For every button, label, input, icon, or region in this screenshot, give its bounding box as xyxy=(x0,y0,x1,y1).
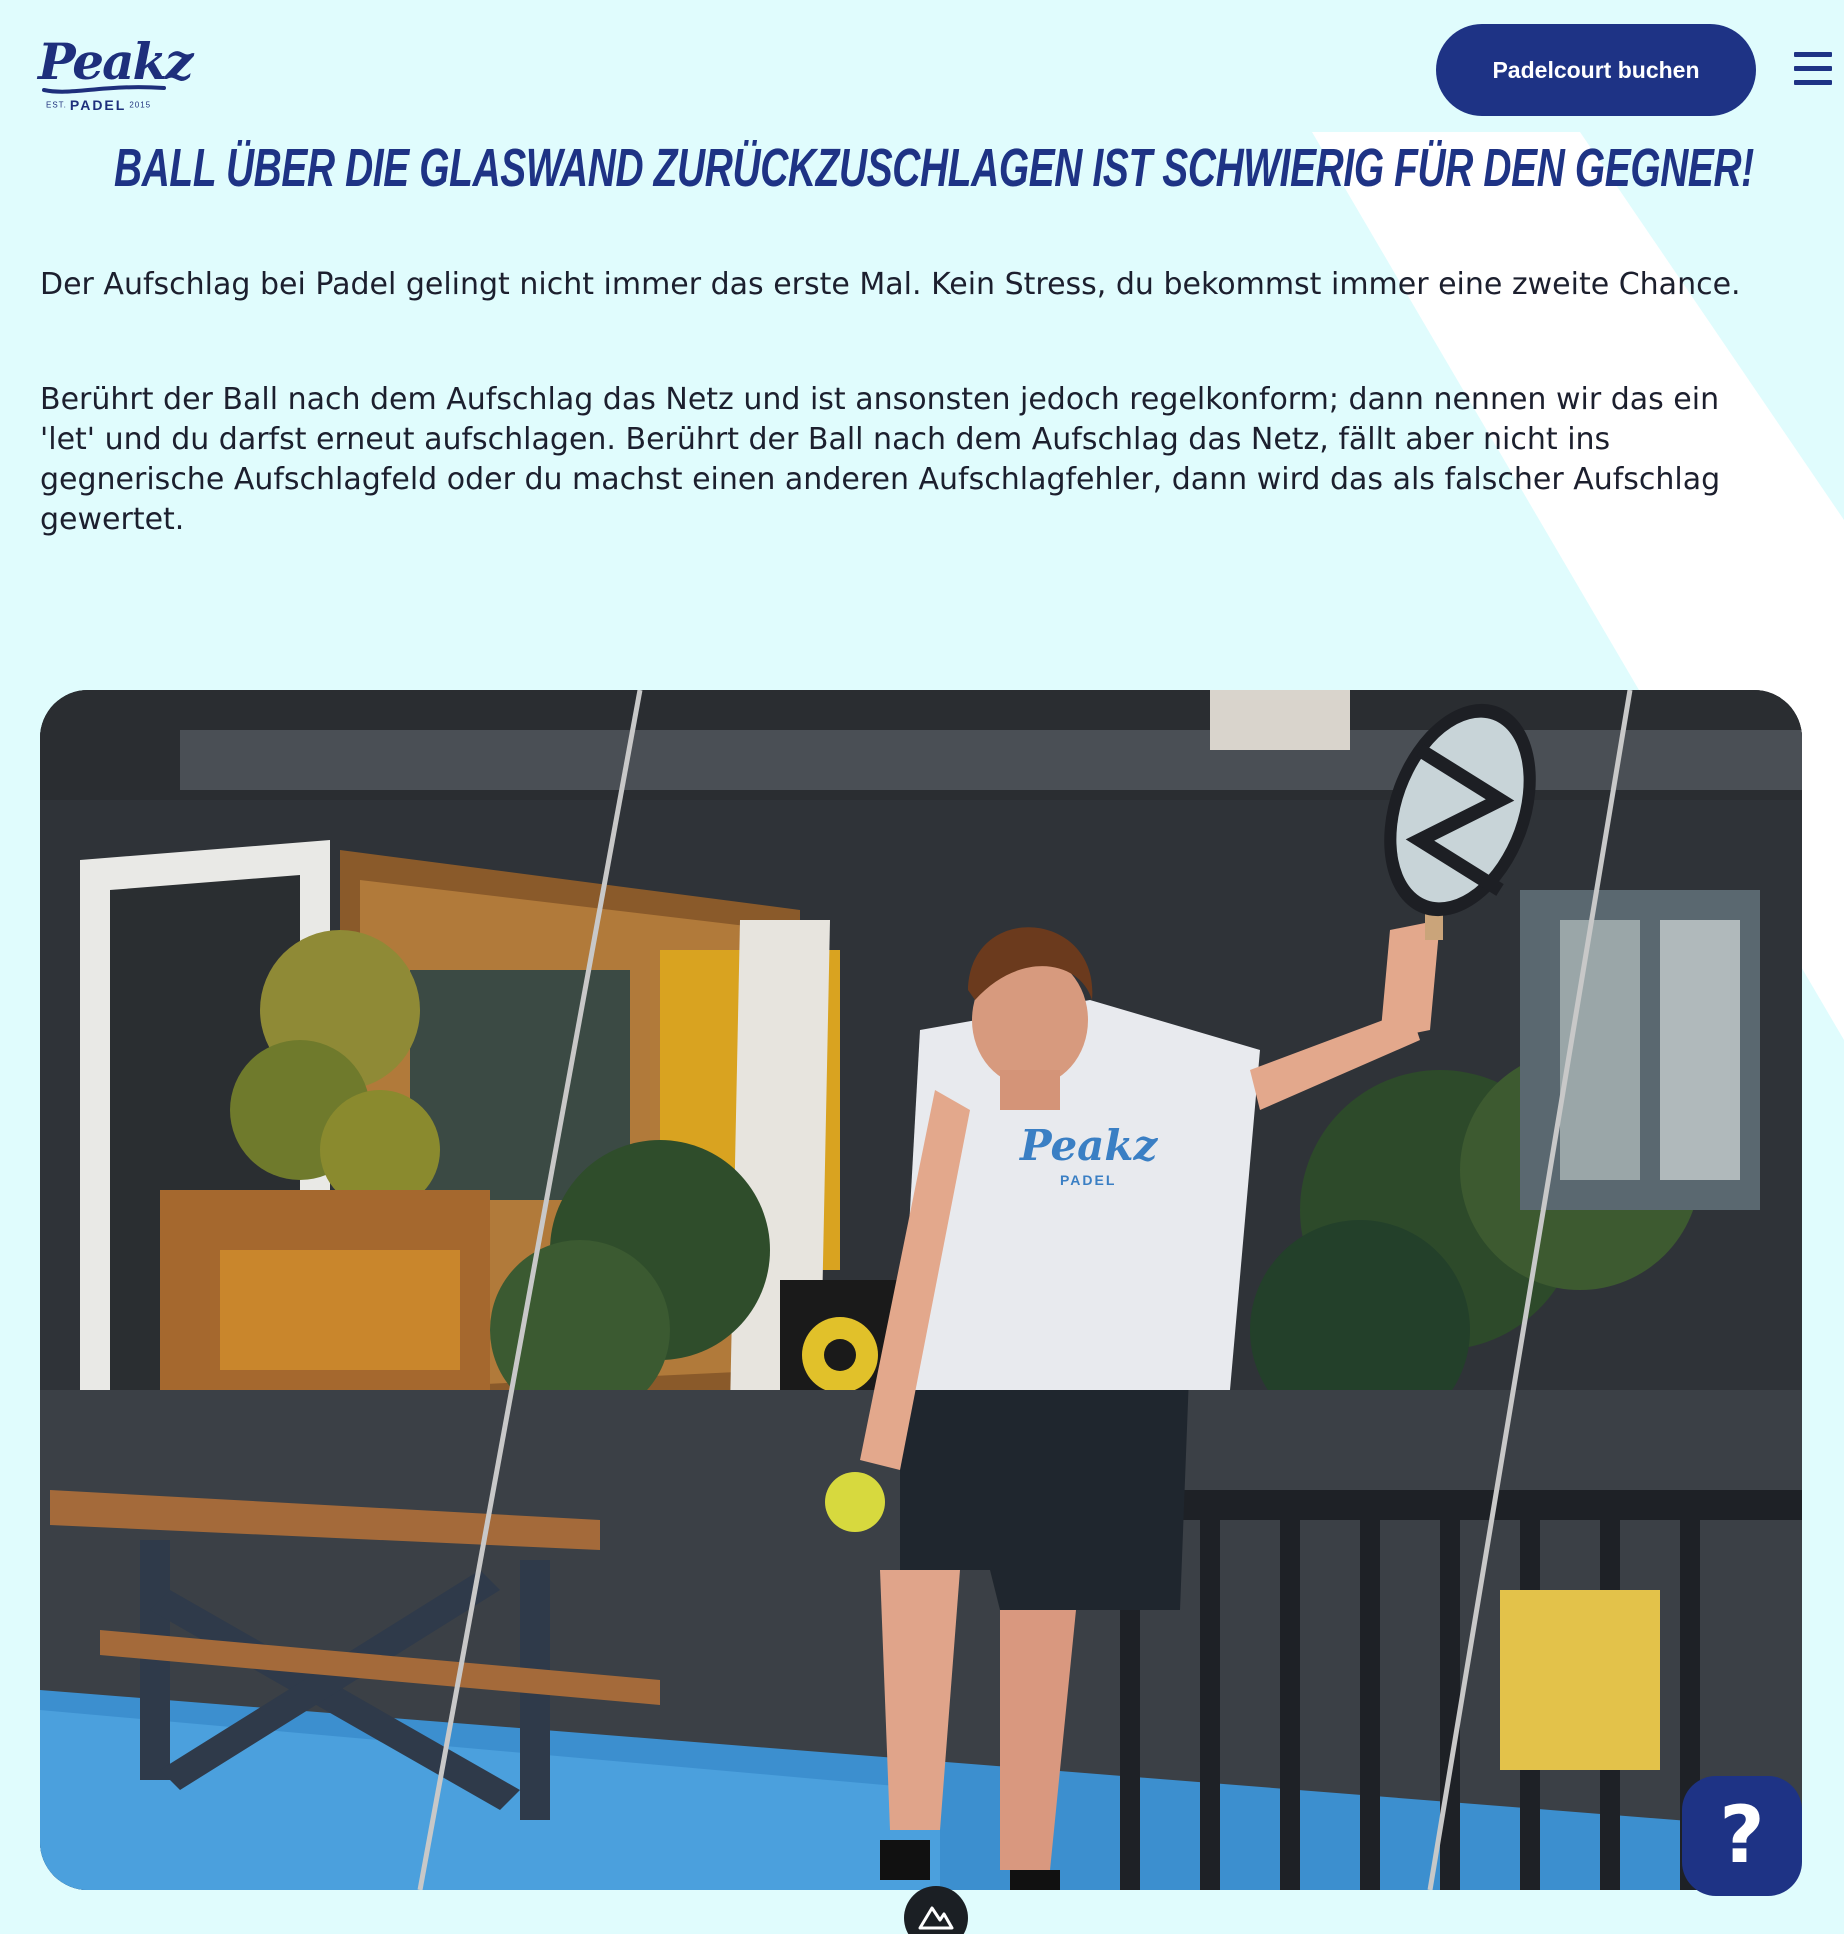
mountain-glyph-icon xyxy=(918,1906,954,1930)
rules-paragraph: Berührt der Ball nach dem Aufschlag das … xyxy=(40,382,1721,537)
intro-paragraph: Der Aufschlag bei Padel gelingt nicht im… xyxy=(40,267,1741,302)
hamburger-menu-icon[interactable] xyxy=(1794,52,1832,86)
logo-subline: EST. PADEL 2015 xyxy=(46,96,176,114)
book-court-button[interactable]: Padelcourt buchen xyxy=(1436,24,1756,116)
page-heading: Ball über die Glaswand zurückzuschlagen … xyxy=(114,138,1754,198)
shirt-print-wordmark: Peakz xyxy=(1019,1121,1158,1170)
peakz-padel-logo[interactable]: Peakz EST. PADEL 2015 xyxy=(38,32,194,114)
mountain-logo-icon[interactable] xyxy=(904,1886,968,1934)
logo-padel: PADEL xyxy=(69,96,127,113)
logo-swoosh-icon xyxy=(42,85,166,94)
logo-est: EST. xyxy=(46,100,67,110)
photo-illustration: Peakz PADEL xyxy=(40,690,1802,1890)
padel-player-photo: Peakz PADEL xyxy=(40,690,1802,1890)
logo-year: 2015 xyxy=(129,100,152,110)
shirt-print-sub: PADEL xyxy=(1060,1172,1116,1188)
help-button[interactable]: ? xyxy=(1682,1776,1802,1896)
